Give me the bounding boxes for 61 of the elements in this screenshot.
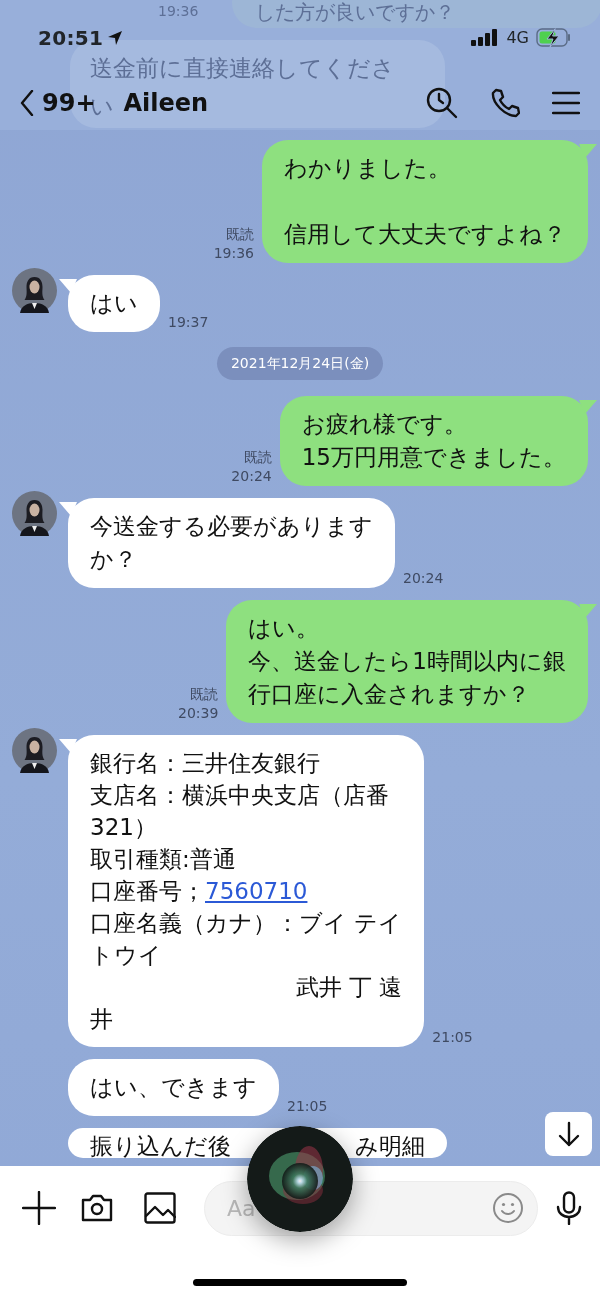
message-text: か？: [90, 545, 138, 574]
message-text: 口座名義（カナ）：ブイ テイ: [90, 909, 403, 938]
message-text: 15万円用意できました。: [301, 443, 566, 472]
message-text: お疲れ様です。: [301, 410, 468, 439]
message-text: 取引種類:普通: [90, 845, 237, 874]
message-text: トウイ: [90, 941, 163, 970]
image-icon: [144, 1192, 176, 1224]
account-number-link[interactable]: 7560710: [205, 878, 308, 904]
message-text: 口座番号；7560710: [90, 877, 309, 906]
search-history-button[interactable]: [426, 86, 458, 119]
message-text: 信用して大丈夫ですよね？: [284, 220, 566, 249]
phone-icon: [490, 87, 520, 118]
message-text: わかりました。: [284, 154, 452, 183]
message-time: 19:37: [168, 313, 209, 332]
message-time: 20:24: [403, 569, 444, 588]
menu-button[interactable]: [552, 90, 580, 115]
message-text: 321）: [90, 813, 158, 842]
location-arrow-icon: [107, 29, 124, 46]
message-time: 20:39: [178, 704, 219, 723]
faded-timestamp: 19:36: [158, 3, 199, 20]
message-text: 支店名：横浜中央支店（店番: [90, 781, 390, 810]
chat-title: Aileen: [123, 87, 209, 119]
menu-icon: [552, 90, 580, 115]
add-button[interactable]: [22, 1191, 56, 1225]
message-time: 21:05: [287, 1097, 328, 1116]
read-receipt: 既読: [190, 685, 219, 704]
voice-button[interactable]: [556, 1191, 582, 1225]
faded-message-text: 送金前に直接連絡してくださ: [90, 54, 395, 82]
message-text: 武井 丁 遠: [294, 973, 403, 1002]
signal-icon: [471, 29, 499, 46]
search-clock-icon: [426, 86, 458, 119]
read-receipt: 既読: [243, 448, 272, 467]
image-button[interactable]: [144, 1192, 176, 1224]
scroll-down-button[interactable]: [545, 1112, 592, 1156]
microphone-icon: [556, 1191, 582, 1225]
message-text: はい、できます: [90, 1073, 257, 1102]
message-text: み明細: [355, 1134, 425, 1158]
read-receipt: 既読: [226, 225, 254, 244]
faded-message-text: した方が良いですか？: [255, 0, 455, 24]
message-text: はい。: [248, 614, 321, 643]
message-text: 井: [90, 1005, 114, 1034]
call-button[interactable]: [490, 87, 520, 118]
message-text: 今、送金したら1時間以内に銀: [248, 647, 566, 676]
message-time: 19:36: [213, 244, 254, 263]
camera-icon: [80, 1193, 114, 1223]
date-separator: 2021年12月24日(金): [216, 347, 384, 380]
status-time: 20:51: [38, 24, 104, 52]
down-arrow-icon: [556, 1121, 581, 1147]
message-text: 振り込んだ後: [90, 1134, 231, 1158]
message-text: 今送金する必要があります: [90, 512, 373, 541]
emoji-button[interactable]: [492, 1191, 524, 1224]
message-time: 21:05: [432, 1028, 473, 1047]
camera-button[interactable]: [80, 1193, 114, 1223]
message-text: 行口座に入金されますか？: [248, 680, 532, 709]
message-text: 銀行名：三井住友銀行: [90, 749, 321, 778]
network-label: 4G: [506, 26, 529, 49]
message-text: はい: [90, 289, 138, 318]
message-time: 20:24: [231, 467, 272, 486]
back-chevron-icon: [20, 89, 34, 116]
smiley-icon: [492, 1191, 524, 1224]
plus-icon: [22, 1191, 56, 1225]
